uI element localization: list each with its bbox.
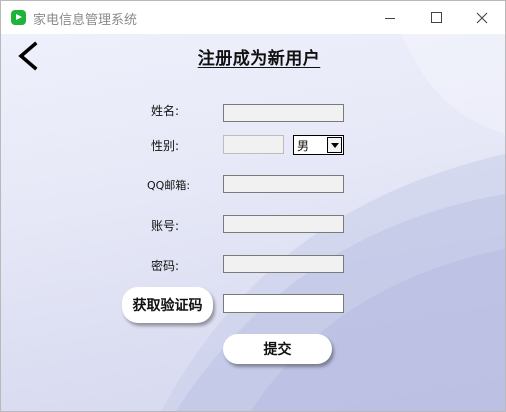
account-field[interactable] xyxy=(223,215,344,233)
close-button[interactable] xyxy=(459,1,505,34)
qq-email-label: QQ邮箱: xyxy=(147,179,191,192)
qq-email-field[interactable] xyxy=(223,175,344,193)
gender-text-field[interactable] xyxy=(223,135,284,154)
app-window: 家电信息管理系统 注册成为新用户 姓名: 性别: 男 QQ邮箱: 账号: 密码:… xyxy=(0,0,506,412)
app-icon xyxy=(11,10,26,25)
gender-label: 性别: xyxy=(151,139,180,153)
caret-down-icon[interactable] xyxy=(327,137,342,153)
gender-select[interactable]: 男 xyxy=(293,135,344,155)
gender-selected-value: 男 xyxy=(297,139,310,153)
verification-code-field[interactable] xyxy=(223,294,344,313)
page-title: 注册成为新用户 xyxy=(197,49,321,69)
password-label: 密码: xyxy=(151,259,180,273)
submit-button[interactable]: 提交 xyxy=(223,334,332,364)
account-label: 账号: xyxy=(151,219,180,233)
minimize-button[interactable] xyxy=(367,1,413,34)
window-title: 家电信息管理系统 xyxy=(33,13,138,28)
close-icon xyxy=(476,12,488,24)
registration-panel: 注册成为新用户 姓名: 性别: 男 QQ邮箱: 账号: 密码: 获取验证码 提交 xyxy=(1,34,505,411)
name-label: 姓名: xyxy=(151,104,180,118)
get-code-button[interactable]: 获取验证码 xyxy=(122,287,213,323)
maximize-button[interactable] xyxy=(413,1,459,34)
password-field[interactable] xyxy=(223,255,344,273)
title-bar[interactable]: 家电信息管理系统 xyxy=(1,1,505,34)
name-field[interactable] xyxy=(223,104,344,122)
